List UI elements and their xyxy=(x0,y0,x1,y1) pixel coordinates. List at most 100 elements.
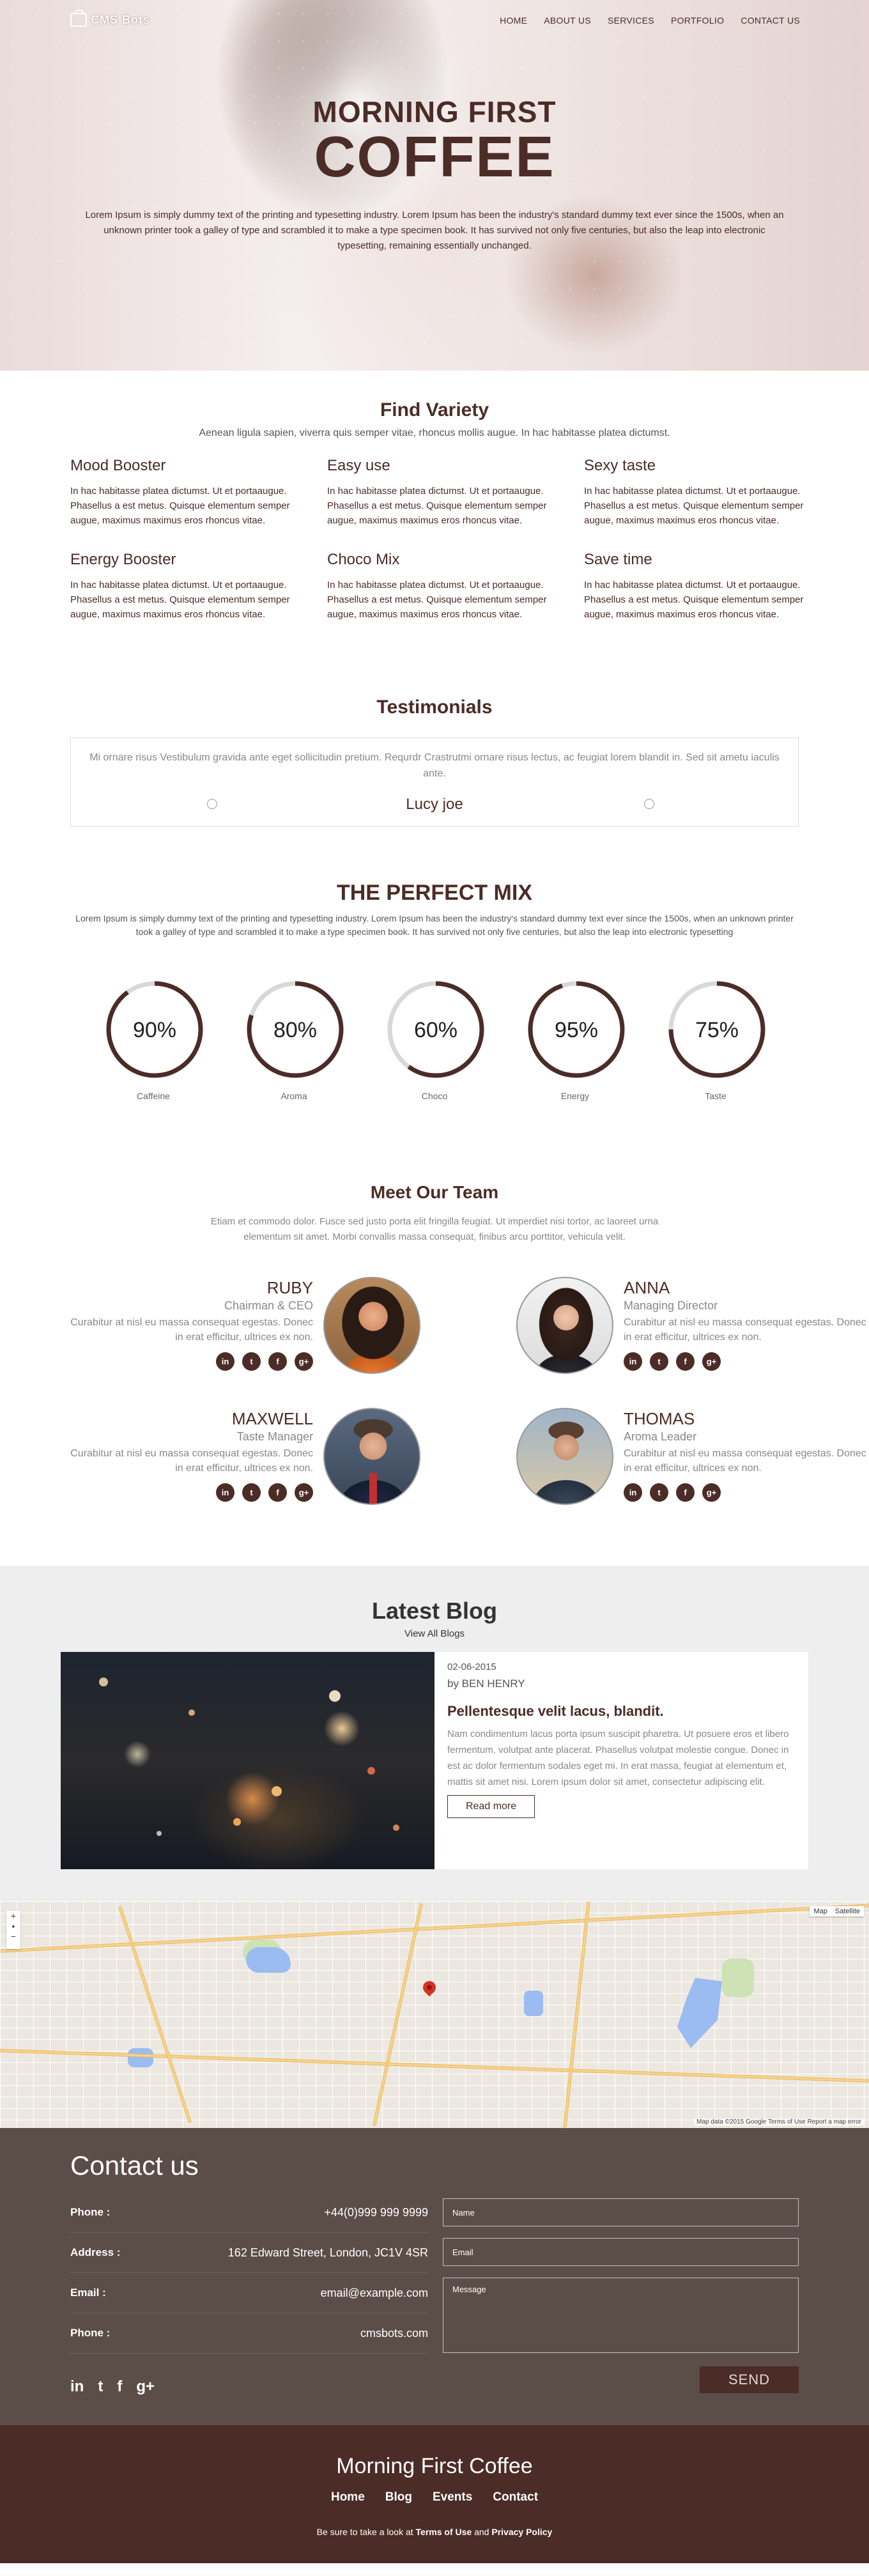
footer-link-events[interactable]: Events xyxy=(433,2490,472,2504)
feature-text: In hac habitasse platea dictumst. Ut et … xyxy=(70,580,290,620)
linkedin-icon[interactable]: in xyxy=(216,1483,235,1502)
twitter-icon[interactable]: t xyxy=(242,1483,261,1502)
map-zoom-control[interactable]: + • − xyxy=(6,1911,20,1949)
map-lake xyxy=(246,1947,291,1973)
footer-note-and: and xyxy=(474,2527,489,2537)
contact-row-address: Address : 162 Edward Street, London, JC1V… xyxy=(70,2233,428,2273)
map-type-map[interactable]: Map xyxy=(810,1906,831,1917)
facebook-icon[interactable]: f xyxy=(676,1483,695,1502)
google-plus-icon[interactable]: g+ xyxy=(702,1352,721,1371)
footer-link-contact[interactable]: Contact xyxy=(493,2490,538,2504)
dial-value: 80% xyxy=(273,1018,317,1042)
carousel-prev-dot[interactable] xyxy=(207,799,217,809)
read-more-button[interactable]: Read more xyxy=(447,1795,535,1818)
facebook-icon[interactable]: f xyxy=(676,1352,695,1371)
feature-item: Energy Booster In hac habitasse platea di… xyxy=(70,551,300,622)
dial-group: 90% Caffeine 80% Aroma 60% Choco 95% Energy 75% T… xyxy=(70,977,799,1101)
footer-link-home[interactable]: Home xyxy=(331,2490,365,2504)
member-photo xyxy=(516,1277,613,1374)
email-field[interactable] xyxy=(443,2238,799,2266)
carousel-next-dot[interactable] xyxy=(644,799,654,809)
top-navigation: CMS Bots HOME ABOUT US SERVICES PORTFOLI… xyxy=(0,0,869,45)
google-plus-icon[interactable]: g+ xyxy=(295,1483,313,1502)
menu-item-services[interactable]: SERVICES xyxy=(608,15,654,26)
contact-label: Phone : xyxy=(70,2206,111,2218)
linkedin-icon[interactable]: in xyxy=(70,2378,84,2396)
logo-icon xyxy=(70,10,87,27)
footer-title: Morning First Coffee xyxy=(336,2454,533,2478)
linkedin-icon[interactable]: in xyxy=(624,1352,642,1371)
member-photo xyxy=(323,1408,420,1505)
privacy-link[interactable]: Privacy Policy xyxy=(491,2527,552,2537)
google-plus-icon[interactable]: g+ xyxy=(136,2378,155,2396)
contact-row-email: Email : email@example.com xyxy=(70,2273,428,2313)
blog-author: by BEN HENRY xyxy=(447,1677,525,1690)
blog-section: Latest Blog View All Blogs 02-06-2015 by… xyxy=(0,1566,869,1901)
team-members: RUBY Chairman & CEO Curabitur at nisl eu… xyxy=(70,1277,866,1507)
contact-value[interactable]: email@example.com xyxy=(321,2287,428,2300)
dial-label: Caffeine xyxy=(137,1091,170,1101)
team-member-anna: ANNA Managing Director Curabitur at nisl… xyxy=(468,1277,866,1376)
twitter-icon[interactable]: t xyxy=(98,2378,103,2396)
blog-image[interactable] xyxy=(61,1652,434,1869)
facebook-icon[interactable]: f xyxy=(117,2378,122,2396)
contact-socials: in t f g+ xyxy=(70,2378,428,2396)
feature-item: Mood Booster In hac habitasse platea dict… xyxy=(70,457,300,528)
mix-text: Lorem Ipsum is simply dummy text of the … xyxy=(75,913,794,937)
dial-label: Taste xyxy=(705,1091,727,1101)
map-type-control: Map Satellite xyxy=(810,1906,864,1917)
twitter-icon[interactable]: t xyxy=(650,1483,668,1502)
footer-note-prefix: Be sure to take a look at xyxy=(316,2527,413,2537)
contact-value[interactable]: cmsbots.com xyxy=(360,2327,428,2340)
feature-item: Sexy taste In hac habitasse platea dictum… xyxy=(584,457,814,528)
blog-excerpt: Nam condimentum lacus porta ipsum suscip… xyxy=(447,1729,789,1787)
site-logo[interactable]: CMS Bots xyxy=(70,10,150,27)
blog-post-title[interactable]: Pellentesque velit lacus, blandit. xyxy=(447,1703,796,1720)
message-field[interactable] xyxy=(443,2278,799,2353)
google-plus-icon[interactable]: g+ xyxy=(702,1483,721,1502)
contact-label: Address : xyxy=(70,2246,121,2258)
testimonials-title: Testimonials xyxy=(376,697,493,718)
send-button[interactable]: SEND xyxy=(700,2366,799,2393)
terms-link[interactable]: Terms of Use xyxy=(416,2527,472,2537)
dial-ring: 75% xyxy=(668,981,765,1078)
name-field[interactable] xyxy=(443,2198,799,2226)
facebook-icon[interactable]: f xyxy=(268,1352,287,1371)
view-all-blogs-link[interactable]: View All Blogs xyxy=(70,1628,799,1639)
blog-card: 02-06-2015 by BEN HENRY Pellentesque vel… xyxy=(61,1652,808,1869)
google-plus-icon[interactable]: g+ xyxy=(295,1352,313,1371)
footer-note: Be sure to take a look at Terms of Use a… xyxy=(0,2527,869,2537)
facebook-icon[interactable]: f xyxy=(268,1483,287,1502)
member-name: RUBY xyxy=(266,1278,313,1297)
map-type-satellite[interactable]: Satellite xyxy=(831,1906,864,1917)
team-section: Meet Our Team Etiam et commodo dolor. Fu… xyxy=(0,1157,869,1566)
member-photo xyxy=(323,1277,420,1374)
menu-item-home[interactable]: HOME xyxy=(500,15,527,26)
member-socials: in t f g+ xyxy=(624,1483,866,1502)
member-socials: in t f g+ xyxy=(624,1352,866,1371)
team-member-thomas: THOMAS Aroma Leader Curabitur at nisl eu… xyxy=(468,1408,866,1507)
footer-link-blog[interactable]: Blog xyxy=(385,2490,412,2504)
dial-caffeine: 90% Caffeine xyxy=(102,977,204,1101)
feature-text: In hac habitasse platea dictumst. Ut et … xyxy=(584,580,804,620)
feature-title: Save time xyxy=(584,551,652,568)
menu-item-portfolio[interactable]: PORTFOLIO xyxy=(671,15,724,26)
dial-energy: 95% Energy xyxy=(524,977,626,1101)
menu-item-about-us[interactable]: ABOUT US xyxy=(544,15,591,26)
map-park xyxy=(722,1959,754,1997)
location-map[interactable]: + • − Map Satellite Map data ©2015 Google … xyxy=(0,1901,869,2128)
dial-ring: 60% xyxy=(387,981,484,1078)
member-name: THOMAS xyxy=(624,1409,695,1428)
dial-label: Energy xyxy=(560,1091,590,1101)
linkedin-icon[interactable]: in xyxy=(624,1483,642,1502)
contact-value: +44(0)999 999 9999 xyxy=(324,2205,428,2219)
member-photo xyxy=(516,1408,613,1505)
member-socials: in t f g+ xyxy=(70,1352,313,1371)
linkedin-icon[interactable]: in xyxy=(216,1352,235,1371)
twitter-icon[interactable]: t xyxy=(242,1352,261,1371)
member-role: Chairman & CEO xyxy=(224,1299,313,1312)
hero-title-line1: MORNING FIRST xyxy=(312,95,557,128)
dial-label: Choco xyxy=(421,1091,448,1101)
menu-item-contact-us[interactable]: CONTACT US xyxy=(741,15,800,26)
twitter-icon[interactable]: t xyxy=(650,1352,668,1371)
